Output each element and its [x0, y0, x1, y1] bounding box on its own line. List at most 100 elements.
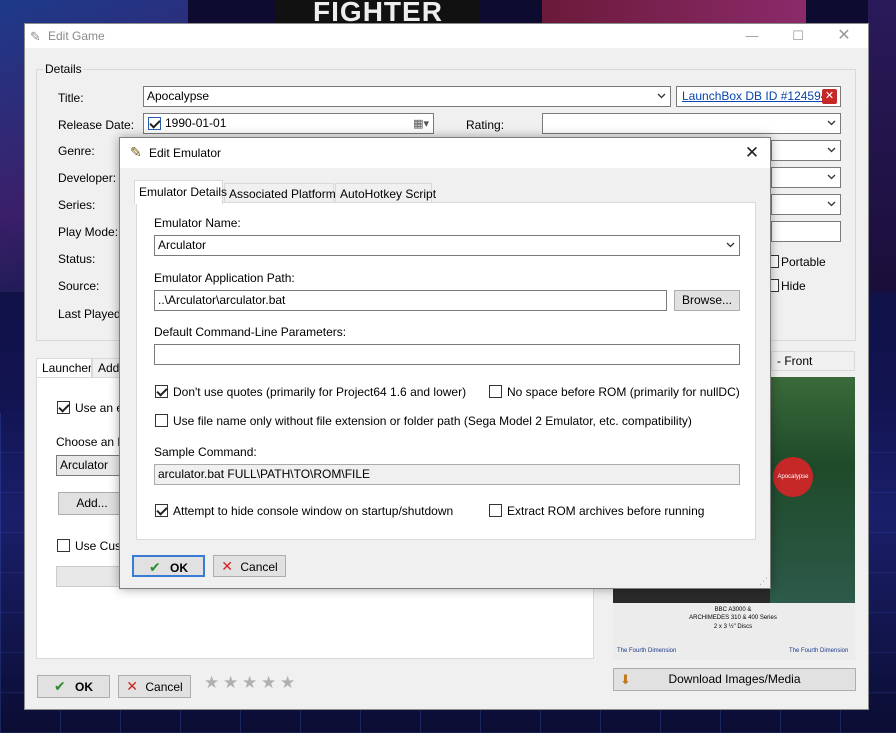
- x-icon: ✕: [221, 558, 234, 574]
- details-legend: Details: [43, 62, 84, 76]
- custom-command-field[interactable]: [56, 566, 126, 587]
- extract-rom-label: Extract ROM archives before running: [507, 504, 705, 518]
- tab-autohotkey-script[interactable]: AutoHotkey Script: [335, 183, 436, 203]
- sample-command-value: arculator.bat FULL\PATH\TO\ROM\FILE: [158, 467, 371, 481]
- tab-launcher[interactable]: Launcher: [36, 358, 92, 378]
- use-emulator-checkbox[interactable]: [57, 401, 70, 414]
- background-game-tile-4: [868, 0, 896, 292]
- download-arrow-icon: ⬇: [620, 672, 631, 687]
- emulator-cancel-button[interactable]: ✕ Cancel: [213, 555, 286, 577]
- series-combo-right[interactable]: [771, 194, 841, 215]
- edit-game-titlebar: ✎ Edit Game — ☐ ✕: [25, 24, 868, 48]
- browse-button[interactable]: Browse...: [674, 290, 740, 311]
- add-emulator-button[interactable]: Add...: [58, 492, 126, 515]
- emulator-select[interactable]: Arculator: [56, 455, 126, 476]
- star-icon[interactable]: ★: [261, 674, 277, 691]
- default-params-label: Default Command-Line Parameters:: [154, 325, 347, 339]
- box-art-bottom-line3: 2 x 3 ½" Discs: [713, 624, 753, 630]
- download-images-label: Download Images/Media: [668, 672, 801, 686]
- release-date-checkbox[interactable]: [148, 117, 161, 130]
- ok-button-label: OK: [75, 680, 94, 694]
- star-icon[interactable]: ★: [242, 674, 258, 691]
- star-icon[interactable]: ★: [204, 674, 220, 691]
- box-art-badge: Apocalypse: [773, 457, 813, 497]
- tab-emulator-details-label: Emulator Details: [139, 185, 228, 199]
- genre-combo-right[interactable]: [771, 140, 841, 161]
- emulator-ok-button[interactable]: ✔ OK: [132, 555, 205, 577]
- release-date-value: 1990-01-01: [165, 116, 227, 130]
- box-art-bottom-line2: ARCHIMEDES 310 & 400 Series: [689, 615, 777, 621]
- maximize-button[interactable]: ☐: [784, 26, 812, 46]
- tab-additional[interactable]: Addi: [92, 358, 122, 378]
- series-label: Series:: [58, 198, 96, 212]
- sample-command-field: arculator.bat FULL\PATH\TO\ROM\FILE: [154, 464, 740, 485]
- tab-emulator-details[interactable]: Emulator Details: [134, 180, 227, 204]
- extract-rom-checkbox[interactable]: [489, 504, 502, 517]
- pencil-icon: ✎: [130, 144, 142, 160]
- box-art-publisher-right: The Fourth Dimension: [789, 648, 849, 654]
- emulator-ok-label: OK: [170, 561, 189, 575]
- chevron-down-icon: [827, 199, 836, 208]
- use-emulator-label: Use an e: [75, 401, 124, 415]
- resize-grip-icon[interactable]: ⋰: [759, 576, 768, 587]
- dont-use-quotes-label: Don't use quotes (primarily for Project6…: [173, 385, 467, 399]
- close-icon[interactable]: ✕: [740, 142, 764, 164]
- rating-label: Rating:: [466, 118, 505, 132]
- emulator-cancel-label: Cancel: [240, 560, 278, 574]
- download-images-button[interactable]: ⬇ Download Images/Media: [613, 668, 856, 691]
- star-icon[interactable]: ★: [280, 674, 296, 691]
- release-date-label: Release Date:: [58, 118, 135, 132]
- tab-launcher-label: Launcher: [42, 361, 92, 375]
- use-custom-checkbox[interactable]: [57, 539, 70, 552]
- box-art-badge-text: Apocalypse: [777, 474, 809, 480]
- chevron-down-icon: [827, 172, 836, 181]
- remove-launchbox-id-icon[interactable]: ✕: [822, 89, 837, 104]
- rating-combo[interactable]: [542, 113, 841, 134]
- cancel-button[interactable]: ✕ Cancel: [118, 675, 191, 698]
- x-icon: ✕: [126, 678, 139, 694]
- file-name-only-label: Use file name only without file extensio…: [173, 414, 692, 428]
- tab-associated-platforms[interactable]: Associated Platforms: [224, 183, 342, 203]
- ok-button[interactable]: ✔ OK: [37, 675, 110, 698]
- hide-console-checkbox[interactable]: [155, 504, 168, 517]
- calendar-icon[interactable]: ▦▾: [413, 117, 429, 130]
- play-mode-field-right[interactable]: [771, 221, 841, 242]
- release-date-picker[interactable]: 1990-01-01 ▦▾: [143, 113, 434, 134]
- cancel-button-label: Cancel: [145, 680, 183, 694]
- add-emulator-button-label: Add...: [76, 496, 108, 510]
- checkmark-icon: ✔: [53, 678, 66, 694]
- app-path-input[interactable]: ..\Arculator\arculator.bat: [154, 290, 667, 311]
- emulator-name-combo[interactable]: Arculator: [154, 235, 740, 256]
- chevron-down-icon: [827, 145, 836, 154]
- edit-emulator-titlebar: ✎ Edit Emulator ✕: [120, 138, 770, 168]
- chevron-down-icon: [827, 118, 836, 127]
- emulator-name-value: Arculator: [158, 238, 207, 252]
- title-combo[interactable]: Apocalypse: [143, 86, 671, 107]
- edit-emulator-dialog: ✎ Edit Emulator ✕ Emulator Details Assoc…: [119, 137, 771, 589]
- close-button[interactable]: ✕: [830, 26, 858, 46]
- file-name-only-checkbox[interactable]: [155, 414, 168, 427]
- app-path-value: ..\Arculator\arculator.bat: [158, 293, 286, 307]
- chevron-down-icon: [657, 91, 666, 100]
- dont-use-quotes-checkbox[interactable]: [155, 385, 168, 398]
- developer-combo-right[interactable]: [771, 167, 841, 188]
- chevron-down-icon: [726, 240, 735, 249]
- default-params-input[interactable]: [154, 344, 740, 365]
- no-space-label: No space before ROM (primarily for nullD…: [507, 385, 740, 399]
- image-type-tab[interactable]: - Front: [771, 351, 855, 371]
- browse-button-label: Browse...: [681, 293, 732, 307]
- hide-label: Hide: [781, 279, 806, 293]
- edit-game-title: Edit Game: [48, 29, 105, 43]
- emulator-details-panel: Emulator Name: Arculator Emulator Applic…: [136, 202, 756, 540]
- box-art-bottom-line1: BBC A3000 &: [714, 607, 752, 613]
- hide-console-label: Attempt to hide console window on startu…: [173, 504, 454, 518]
- launchbox-db-id-link[interactable]: LaunchBox DB ID #124594: [682, 89, 827, 103]
- star-icon[interactable]: ★: [223, 674, 239, 691]
- checkmark-icon: ✔: [148, 559, 161, 575]
- pencil-icon: ✎: [30, 29, 41, 44]
- tab-autohotkey-script-label: AutoHotkey Script: [340, 187, 437, 201]
- status-label: Status:: [58, 252, 96, 266]
- no-space-checkbox[interactable]: [489, 385, 502, 398]
- portable-label: Portable: [781, 255, 826, 269]
- minimize-button[interactable]: —: [738, 26, 766, 46]
